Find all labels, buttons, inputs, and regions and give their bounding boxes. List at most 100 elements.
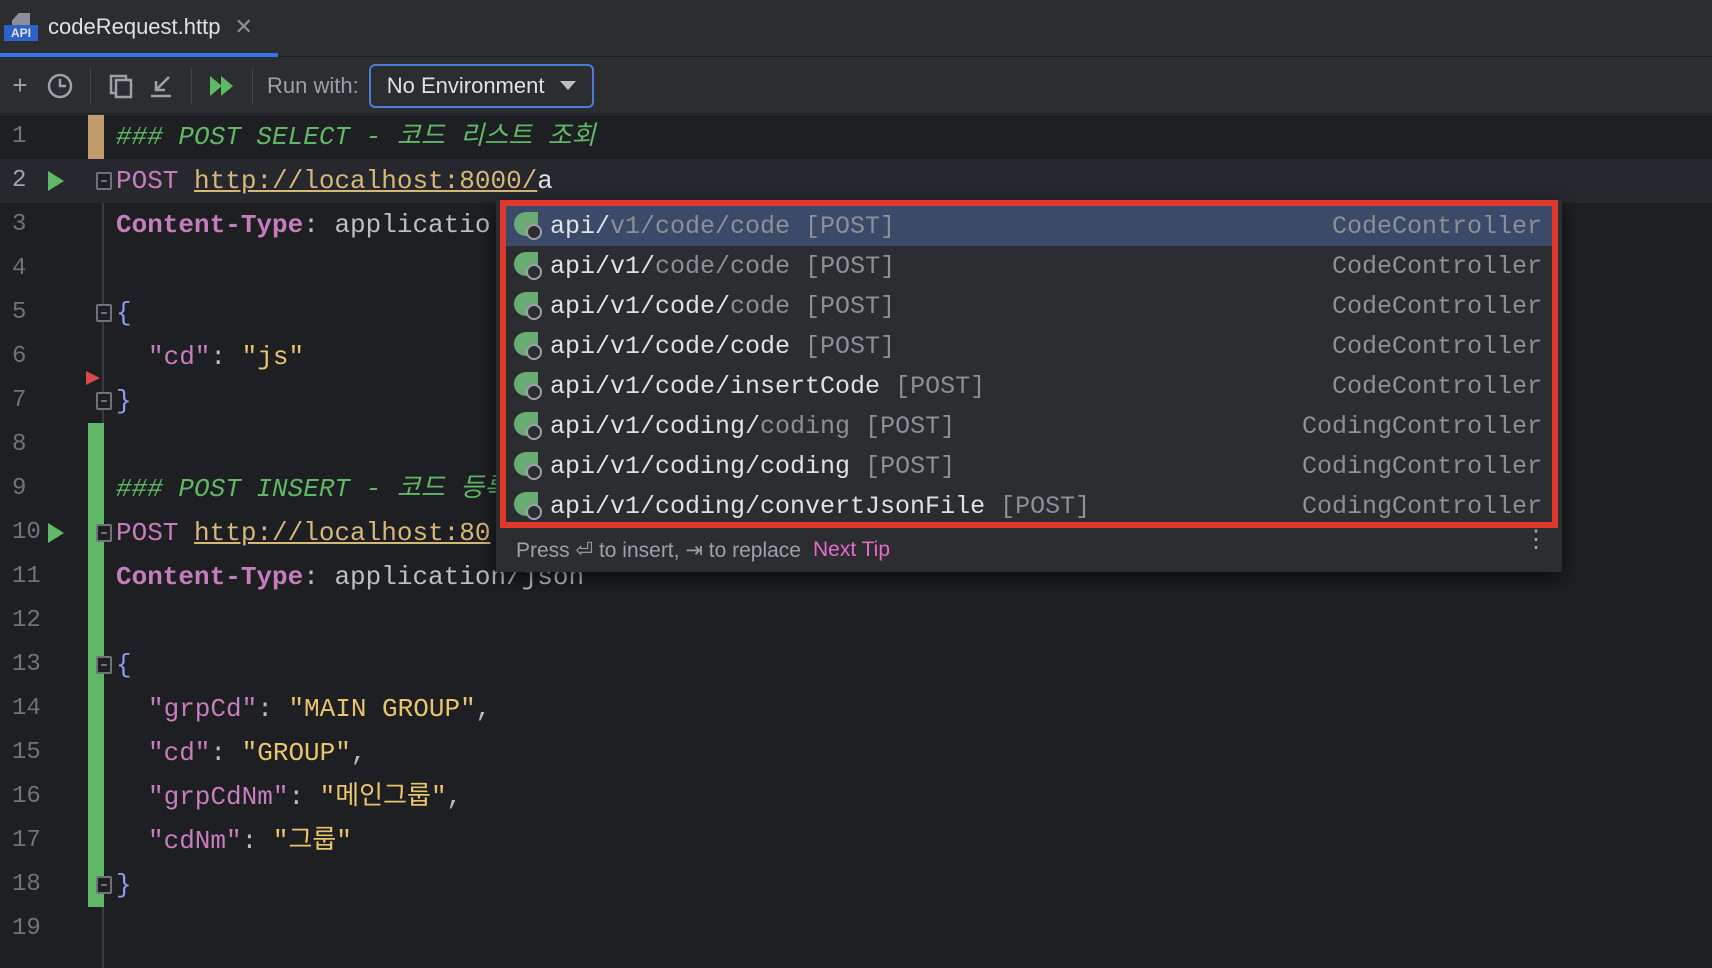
fold-icon[interactable]	[96, 172, 112, 190]
header-name: Content-Type	[116, 210, 304, 240]
completion-item[interactable]: api/v1/coding/convertJsonFile [POST] Cod…	[506, 486, 1552, 526]
line-number: 2	[12, 167, 27, 194]
completion-controller: CodingController	[1301, 451, 1542, 481]
line-number: 15	[12, 739, 41, 766]
json-key: "grpCd"	[148, 694, 258, 724]
next-tip-link[interactable]: Next Tip	[813, 538, 890, 562]
request-line: POST http://localhost:8000/a	[116, 159, 553, 203]
json-sep: :	[210, 738, 242, 768]
json-comma: ,	[350, 738, 367, 768]
typed-text: a	[537, 166, 553, 196]
line-number: 13	[12, 651, 41, 678]
line-number: 9	[12, 475, 27, 502]
completion-rest-text: v1/code/code	[610, 211, 791, 241]
json-brace: {	[116, 650, 132, 680]
completion-controller: CodeController	[1331, 291, 1542, 321]
tab-coderequest-http[interactable]: API codeRequest.http ✕	[0, 0, 278, 57]
completion-method: [POST]	[985, 491, 1091, 521]
history-button[interactable]	[40, 66, 80, 106]
completion-method: [POST]	[790, 211, 896, 241]
completion-controller: CodingController	[1301, 491, 1542, 521]
json-sep: :	[210, 342, 242, 372]
spring-endpoint-icon	[514, 212, 542, 240]
json-entry: "cd": "js"	[148, 335, 304, 379]
more-options-icon[interactable]: ⋮	[1524, 528, 1548, 552]
json-sep: :	[288, 782, 320, 812]
completion-rest-text: code	[730, 291, 791, 321]
completion-item[interactable]: api/v1/coding/coding [POST] CodingContro…	[506, 406, 1552, 446]
import-icon	[151, 75, 171, 97]
fold-icon[interactable]	[96, 524, 112, 542]
line-number: 5	[12, 299, 27, 326]
run-all-icon	[210, 75, 233, 96]
completion-popup: api/v1/code/code [POST] CodeController a…	[496, 200, 1562, 572]
json-key: "cd"	[148, 342, 211, 372]
copy-button[interactable]	[101, 66, 141, 106]
code-line: 1 ### POST SELECT - 코드 리스트 조회	[0, 115, 1712, 159]
completion-method: [POST]	[850, 411, 956, 441]
code-line: 17 "cdNm": "그룹"	[0, 819, 1712, 863]
fold-icon[interactable]	[96, 656, 112, 674]
completion-item[interactable]: api/v1/coding/coding [POST] CodingContro…	[506, 446, 1552, 486]
header-line: Content-Type: applicatio	[116, 203, 490, 247]
clock-icon	[47, 73, 73, 98]
completion-matched-text: api/	[550, 211, 611, 241]
completion-item[interactable]: api/v1/code/code [POST] CodeController	[506, 286, 1552, 326]
line-number: 11	[12, 563, 41, 590]
spring-endpoint-icon	[514, 412, 542, 440]
json-brace: {	[116, 298, 132, 328]
run-all-button[interactable]	[202, 66, 242, 106]
line-number: 14	[12, 695, 41, 722]
completion-matched-text: api/v1/code/code	[550, 331, 791, 361]
json-entry: "cdNm": "그룹"	[148, 819, 352, 863]
spring-endpoint-icon	[514, 372, 542, 400]
fold-icon[interactable]	[96, 304, 112, 322]
json-value: "GROUP"	[241, 738, 351, 768]
completion-item[interactable]: api/v1/code/code [POST] CodeController	[506, 206, 1552, 246]
chevron-down-icon	[560, 81, 577, 90]
environment-value: No Environment	[386, 72, 545, 98]
spring-endpoint-icon	[514, 492, 542, 520]
request-url[interactable]: http://localhost:8000/	[194, 166, 537, 196]
json-entry: "cd": "GROUP",	[148, 731, 366, 775]
code-line-current: 2 POST http://localhost:8000/a	[0, 159, 1712, 203]
fold-icon[interactable]	[96, 392, 112, 410]
http-method: POST	[116, 166, 179, 196]
completion-matched-text: api/v1/coding/convertJsonFile	[550, 491, 986, 521]
close-icon[interactable]: ✕	[234, 14, 252, 40]
line-number: 17	[12, 827, 41, 854]
tab-title: codeRequest.http	[48, 13, 221, 39]
completion-item[interactable]: api/v1/code/insertCode [POST] CodeContro…	[506, 366, 1552, 406]
http-file-icon: API	[4, 11, 38, 43]
toolbar-divider	[252, 67, 253, 104]
completion-item[interactable]: api/v1/code/code [POST] CodeController	[506, 246, 1552, 286]
code-line: 14 "grpCd": "MAIN GROUP",	[0, 687, 1712, 731]
completion-hint: Press ⏎ to insert, ⇥ to replace	[516, 538, 801, 562]
code-line: 12	[0, 599, 1712, 643]
add-request-button[interactable]: +	[0, 66, 40, 106]
completion-controller: CodeController	[1331, 251, 1542, 281]
environment-select[interactable]: No Environment	[368, 63, 595, 108]
completion-item[interactable]: api/v1/code/code [POST] CodeController	[506, 326, 1552, 366]
request-url[interactable]: http://localhost:80	[194, 518, 490, 548]
line-number: 3	[12, 211, 27, 238]
completion-matched-text: api/v1/code/insertCode	[550, 371, 881, 401]
toolbar-divider	[90, 67, 91, 104]
line-number: 8	[12, 431, 27, 458]
completion-method: [POST]	[790, 331, 896, 361]
run-request-icon[interactable]	[48, 171, 64, 191]
completion-controller: CodeController	[1331, 211, 1542, 241]
json-comma: ,	[475, 694, 492, 724]
run-with-label: Run with:	[267, 72, 359, 98]
fold-icon[interactable]	[96, 876, 112, 894]
import-button[interactable]	[141, 66, 181, 106]
completion-method: [POST]	[790, 291, 896, 321]
header-name: Content-Type	[116, 562, 304, 592]
completion-matched-text: api/v1/code/	[550, 291, 731, 321]
line-number: 1	[12, 123, 27, 150]
run-request-icon[interactable]	[48, 523, 64, 543]
completion-matched-text: api/v1/coding/coding	[550, 451, 851, 481]
completion-method: [POST]	[790, 251, 896, 281]
json-key: "cd"	[148, 738, 211, 768]
completion-controller: CodingController	[1301, 411, 1542, 441]
